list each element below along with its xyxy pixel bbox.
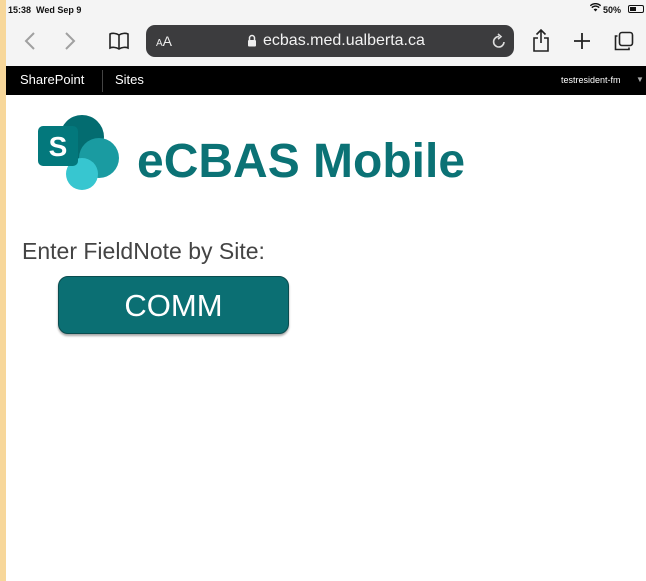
battery-percent: 50% — [603, 5, 622, 15]
user-menu[interactable]: testresident-fm — [561, 75, 621, 85]
bookmarks-icon[interactable] — [104, 26, 134, 56]
chevron-down-icon[interactable]: ▼ — [636, 75, 644, 84]
status-time: 15:38 — [8, 5, 32, 15]
nav-link-sites[interactable]: Sites — [115, 72, 144, 87]
tabs-overview-icon[interactable] — [610, 26, 638, 56]
site-prompt-label: Enter FieldNote by Site: — [22, 238, 265, 264]
status-date: Wed Sep 9 — [36, 5, 82, 15]
new-tab-icon[interactable] — [569, 26, 595, 56]
lock-icon — [247, 34, 257, 52]
url-host: ecbas.med.ualberta.ca — [263, 32, 425, 49]
battery-icon — [628, 5, 644, 13]
status-bar: 15:38 Wed Sep 9 50% — [6, 0, 646, 18]
text-size-button[interactable]: AA — [156, 33, 172, 49]
address-bar[interactable]: AA ecbas.med.ualberta.ca — [146, 25, 514, 57]
forward-icon[interactable] — [58, 26, 82, 56]
sharepoint-logo: S — [32, 113, 126, 193]
page-title: eCBAS Mobile — [137, 135, 466, 188]
nav-divider — [102, 70, 103, 92]
svg-text:S: S — [49, 131, 68, 162]
wifi-icon — [589, 2, 602, 15]
nav-link-sharepoint[interactable]: SharePoint — [20, 72, 84, 87]
share-icon[interactable] — [528, 26, 554, 56]
ipad-screen: 15:38 Wed Sep 9 50% AA ecbas.med.ualbert… — [6, 0, 646, 581]
comm-site-button[interactable]: COMM — [58, 276, 289, 334]
back-icon[interactable] — [18, 26, 42, 56]
reload-icon[interactable] — [491, 32, 507, 55]
sharepoint-suite-bar: SharePoint Sites testresident-fm ▼ — [6, 66, 646, 95]
browser-toolbar: AA ecbas.med.ualberta.ca — [6, 18, 646, 66]
